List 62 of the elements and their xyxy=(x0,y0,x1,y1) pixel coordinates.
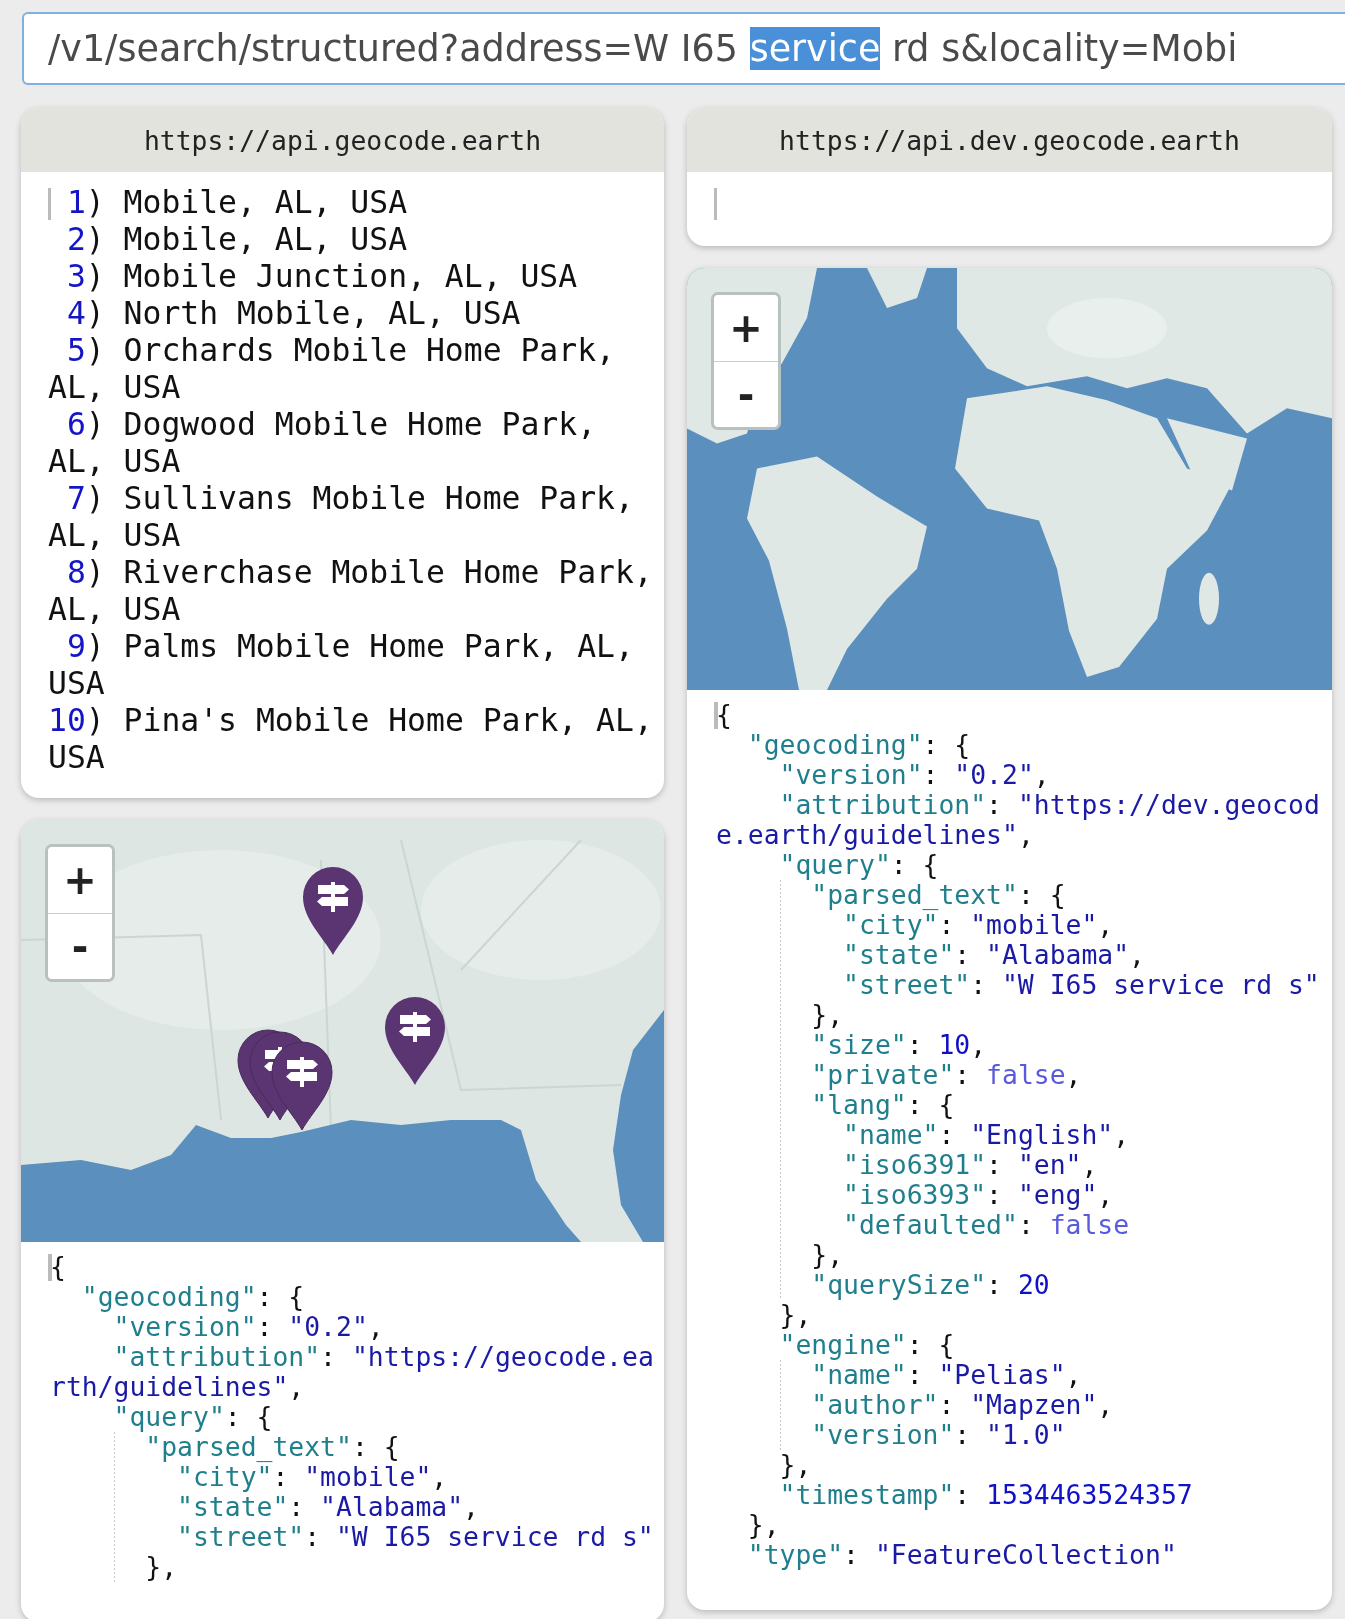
code-line: "timestamp": 1534463524357 xyxy=(778,1480,1194,1510)
zoom-out-button[interactable]: - xyxy=(714,361,778,427)
code-line: }, xyxy=(144,1552,179,1582)
code-line: "geocoding": { xyxy=(746,730,972,760)
result-item[interactable]: 7) Sullivans Mobile Home Park, AL, USA xyxy=(48,480,660,554)
code-line: }, xyxy=(778,1300,813,1330)
code-line: "private": false, xyxy=(810,1060,1083,1090)
code-line: "name": "English", xyxy=(843,1120,1131,1150)
code-line: "street": "W I65 service rd s" xyxy=(842,970,1321,1000)
query-field[interactable]: /v1/search/structured?address=W I65 service rd s&locality=Mobi xyxy=(22,12,1345,85)
text-cursor xyxy=(48,188,51,220)
code-line: "name": "Pelias", xyxy=(811,1360,1083,1390)
result-item[interactable]: 5) Orchards Mobile Home Park, AL, USA xyxy=(48,332,660,406)
code-line: "author": "Mapzen", xyxy=(810,1390,1115,1420)
signpost-pin-icon[interactable] xyxy=(383,995,447,1087)
result-item[interactable]: 1) Mobile, AL, USA xyxy=(48,184,660,221)
zoom-out-button[interactable]: - xyxy=(48,913,112,979)
result-item[interactable]: 2) Mobile, AL, USA xyxy=(48,221,660,258)
code-line: "state": "Alabama", xyxy=(842,940,1146,970)
signpost-pin-icon[interactable] xyxy=(301,865,365,957)
text-cursor xyxy=(48,1254,52,1281)
code-line: "lang": { xyxy=(810,1090,956,1120)
code-line: "version": "0.2", xyxy=(779,760,1051,790)
code-line: "query": { xyxy=(779,850,939,880)
selected-text: service xyxy=(749,27,881,70)
result-item[interactable]: 6) Dogwood Mobile Home Park, AL, USA xyxy=(48,406,660,480)
code-line: "parsed_text": { xyxy=(811,880,1067,910)
result-item[interactable]: 3) Mobile Junction, AL, USA xyxy=(48,258,660,295)
code-line: }, xyxy=(746,1510,781,1540)
code-line: "version": "1.0" xyxy=(810,1420,1066,1450)
code-line: "city": "mobile", xyxy=(177,1462,449,1492)
code-line: "querySize": 20 xyxy=(810,1270,1051,1300)
code-line: "version": "0.2", xyxy=(113,1312,385,1342)
code-line: "iso6393": "eng", xyxy=(842,1180,1115,1210)
code-line: "city": "mobile", xyxy=(843,910,1115,940)
code-line: "street": "W I65 service rd s" xyxy=(176,1522,655,1552)
query-text: /v1/search/structured?address=W I65 xyxy=(48,27,740,70)
code-line: "parsed_text": { xyxy=(145,1432,401,1462)
code-line: "attribution": "https://dev.geocode.earth/guidelines", xyxy=(716,790,1321,850)
code-line: "state": "Alabama", xyxy=(176,1492,480,1522)
result-item[interactable]: 9) Palms Mobile Home Park, AL, USA xyxy=(48,628,660,702)
result-item[interactable]: 8) Riverchase Mobile Home Park, AL, USA xyxy=(48,554,660,628)
code-line: "query": { xyxy=(113,1402,273,1432)
code-line: }, xyxy=(810,1000,845,1030)
query-text: rd s&locality=Mobi xyxy=(891,27,1238,70)
text-cursor xyxy=(714,702,718,729)
code-line: "geocoding": { xyxy=(80,1282,306,1312)
result-item[interactable]: 10) Pina's Mobile Home Park, AL, USA xyxy=(48,702,660,776)
code-line: "engine": { xyxy=(778,1330,956,1360)
code-line: "iso6391": "en", xyxy=(842,1150,1098,1180)
code-line: { xyxy=(50,1252,67,1282)
code-line: }, xyxy=(810,1240,845,1270)
code-line: "attribution": "https://geocode.earth/guidelines", xyxy=(50,1342,655,1402)
code-line: }, xyxy=(778,1450,813,1480)
server-url-header: https://api.dev.geocode.earth xyxy=(687,108,1332,172)
code-line: { xyxy=(716,700,733,730)
text-cursor xyxy=(714,188,717,220)
code-line: "type": "FeatureCollection" xyxy=(746,1540,1178,1570)
result-item[interactable]: 4) North Mobile, AL, USA xyxy=(48,295,660,332)
code-line: "defaulted": false xyxy=(842,1210,1131,1240)
server-url-header: https://api.geocode.earth xyxy=(21,108,664,172)
code-line: "size": 10, xyxy=(810,1030,988,1060)
